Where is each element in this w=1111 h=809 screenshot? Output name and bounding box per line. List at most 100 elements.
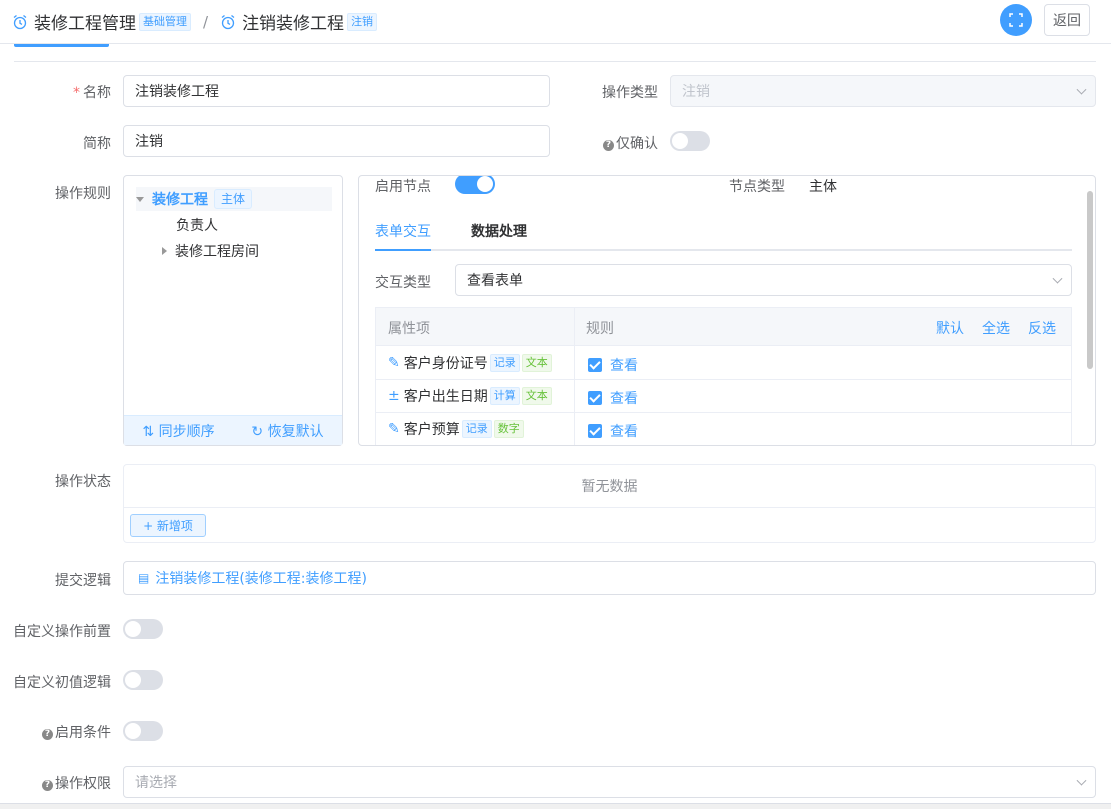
status-list: 暂无数据 + 新增项 xyxy=(123,464,1096,543)
add-item-button[interactable]: + 新增项 xyxy=(130,514,206,537)
table-row: ✎ 客户身份证号 记录 文本 查看 xyxy=(376,347,1071,380)
breadcrumb: 装修工程管理 基础管理 / 注销装修工程 注销 xyxy=(12,9,378,34)
short-name-input[interactable]: 注销 xyxy=(123,125,550,157)
rule-cell[interactable]: 查看 xyxy=(588,355,638,375)
enable-cond-label: ? 启用条件 xyxy=(42,722,111,742)
interact-type-value: 查看表单 xyxy=(467,273,523,289)
node-type-label: 节点类型 xyxy=(729,179,785,195)
divider xyxy=(14,61,1096,62)
caret-right-icon[interactable] xyxy=(162,247,167,255)
name-input[interactable]: 注销装修工程 xyxy=(123,75,550,107)
col-rule-header: 规则 xyxy=(586,321,614,337)
table-header: 属性项 规则 默认 全选 反选 xyxy=(376,308,1071,346)
custom-pre-switch[interactable] xyxy=(123,619,163,639)
view-checkbox[interactable] xyxy=(588,424,602,438)
permission-label: ? 操作权限 xyxy=(42,773,111,793)
tree-node-label: 装修工程房间 xyxy=(175,244,259,260)
top-header: 装修工程管理 基础管理 / 注销装修工程 注销 返回 xyxy=(0,0,1111,44)
rule-cell[interactable]: 查看 xyxy=(588,421,638,441)
type-tag: 数字 xyxy=(493,420,524,438)
fullscreen-icon xyxy=(1009,13,1023,27)
tree-node-rooms[interactable]: 装修工程房间 xyxy=(136,239,332,263)
permission-placeholder: 请选择 xyxy=(135,775,177,791)
enable-node-switch[interactable] xyxy=(455,176,495,194)
rules-label: 操作规则 xyxy=(55,186,111,202)
op-type-select: 注销 xyxy=(670,75,1096,107)
default-link[interactable]: 默认 xyxy=(936,318,964,338)
caret-down-icon[interactable] xyxy=(136,196,144,202)
tab-form-interaction[interactable]: 表单交互 xyxy=(375,221,431,241)
interact-type-label: 交互类型 xyxy=(375,275,431,291)
interact-type-select[interactable]: 查看表单 xyxy=(455,264,1072,296)
alarm-clock-icon xyxy=(13,14,27,29)
enable-cond-switch[interactable] xyxy=(123,721,163,741)
attr-cell: ✎ 客户身份证号 记录 文本 xyxy=(388,353,552,373)
view-checkbox[interactable] xyxy=(588,391,602,405)
attr-cell: ✎ 客户预算 记录 数字 xyxy=(388,419,524,439)
rule-cell[interactable]: 查看 xyxy=(588,388,638,408)
horizontal-scrollbar[interactable] xyxy=(0,803,1111,809)
op-type-label: 操作类型 xyxy=(602,85,658,101)
submit-logic-label: 提交逻辑 xyxy=(55,573,111,589)
document-icon: ▤ xyxy=(138,571,150,585)
permission-select[interactable]: 请选择 xyxy=(123,766,1096,798)
custom-pre-label: 自定义操作前置 xyxy=(13,624,111,640)
source-tag: 计算 xyxy=(489,387,520,405)
invert-selection-link[interactable]: 反选 xyxy=(1028,318,1056,338)
node-config-panel: 启用节点 节点类型 主体 表单交互 数据处理 交互类型 查看表单 属性项 规则 … xyxy=(358,175,1096,446)
table-row: ✎ 客户预算 记录 数字 查看 xyxy=(376,413,1071,445)
table-row: ± 客户出生日期 计算 文本 查看 xyxy=(376,380,1071,413)
confirm-only-label: ? 仅确认 xyxy=(603,133,658,153)
question-icon: ? xyxy=(42,780,53,791)
rules-table: 属性项 规则 默认 全选 反选 ✎ 客户身份证号 记录 文本 查看 ± 客户出生… xyxy=(375,307,1072,445)
source-tag: 记录 xyxy=(489,354,520,372)
calc-icon: ± xyxy=(388,388,400,404)
question-icon: ? xyxy=(42,729,53,740)
sync-order-button[interactable]: ⇅ 同步顺序 xyxy=(142,421,214,441)
confirm-only-switch[interactable] xyxy=(670,131,710,151)
empty-text: 暂无数据 xyxy=(124,465,1095,508)
chevron-down-icon xyxy=(1076,84,1087,95)
attr-cell: ± 客户出生日期 计算 文本 xyxy=(388,386,552,406)
submit-logic-link[interactable]: 注销装修工程(装修工程:装修工程) xyxy=(155,568,367,588)
refresh-icon: ↻ xyxy=(251,423,268,440)
edit-pen-icon: ✎ xyxy=(388,421,400,437)
tab-data-processing[interactable]: 数据处理 xyxy=(471,221,527,241)
tab-indicator xyxy=(14,44,109,47)
select-all-link[interactable]: 全选 xyxy=(982,318,1010,338)
breadcrumb-tag: 注销 xyxy=(347,12,378,31)
edit-pen-icon: ✎ xyxy=(388,355,400,371)
col-attr-header: 属性项 xyxy=(388,321,430,337)
node-tag: 主体 xyxy=(214,189,253,209)
required-mark: * xyxy=(73,85,80,101)
custom-init-switch[interactable] xyxy=(123,670,163,690)
view-checkbox[interactable] xyxy=(588,358,602,372)
alarm-clock-icon xyxy=(221,14,235,29)
tree-node-label: 负责人 xyxy=(176,218,218,234)
chevron-down-icon xyxy=(1052,273,1063,284)
type-tag: 文本 xyxy=(521,387,552,405)
tree-node-root[interactable]: 装修工程 主体 xyxy=(136,187,332,211)
node-type-value: 主体 xyxy=(809,179,837,195)
breadcrumb-item-current: 注销装修工程 xyxy=(242,14,345,34)
active-tab-indicator xyxy=(375,249,431,251)
type-tag: 文本 xyxy=(521,354,552,372)
tree-footer: ⇅ 同步顺序 ↻ 恢复默认 xyxy=(124,415,342,445)
op-type-value: 注销 xyxy=(682,84,710,100)
short-name-label: 简称 xyxy=(83,136,111,152)
fullscreen-button[interactable] xyxy=(1000,4,1032,36)
breadcrumb-tag: 基础管理 xyxy=(139,12,191,31)
status-label: 操作状态 xyxy=(55,474,111,490)
source-tag: 记录 xyxy=(461,420,492,438)
panel-tabs: 表单交互 数据处理 xyxy=(375,221,1072,251)
name-label: * 名称 xyxy=(73,85,111,101)
panel-scrollbar[interactable] xyxy=(1087,191,1093,369)
breadcrumb-item-project-mgmt[interactable]: 装修工程管理 xyxy=(34,9,136,34)
tree-node-owner[interactable]: 负责人 xyxy=(136,213,332,237)
chevron-down-icon xyxy=(1076,775,1087,786)
node-tree: 装修工程 主体 负责人 装修工程房间 ⇅ 同步顺序 ↻ 恢复默认 xyxy=(123,175,343,446)
back-button[interactable]: 返回 xyxy=(1044,4,1090,36)
sort-icon: ⇅ xyxy=(142,423,159,440)
submit-logic-field[interactable]: ▤ 注销装修工程(装修工程:装修工程) xyxy=(123,561,1096,595)
reset-default-button[interactable]: ↻ 恢复默认 xyxy=(251,421,323,441)
